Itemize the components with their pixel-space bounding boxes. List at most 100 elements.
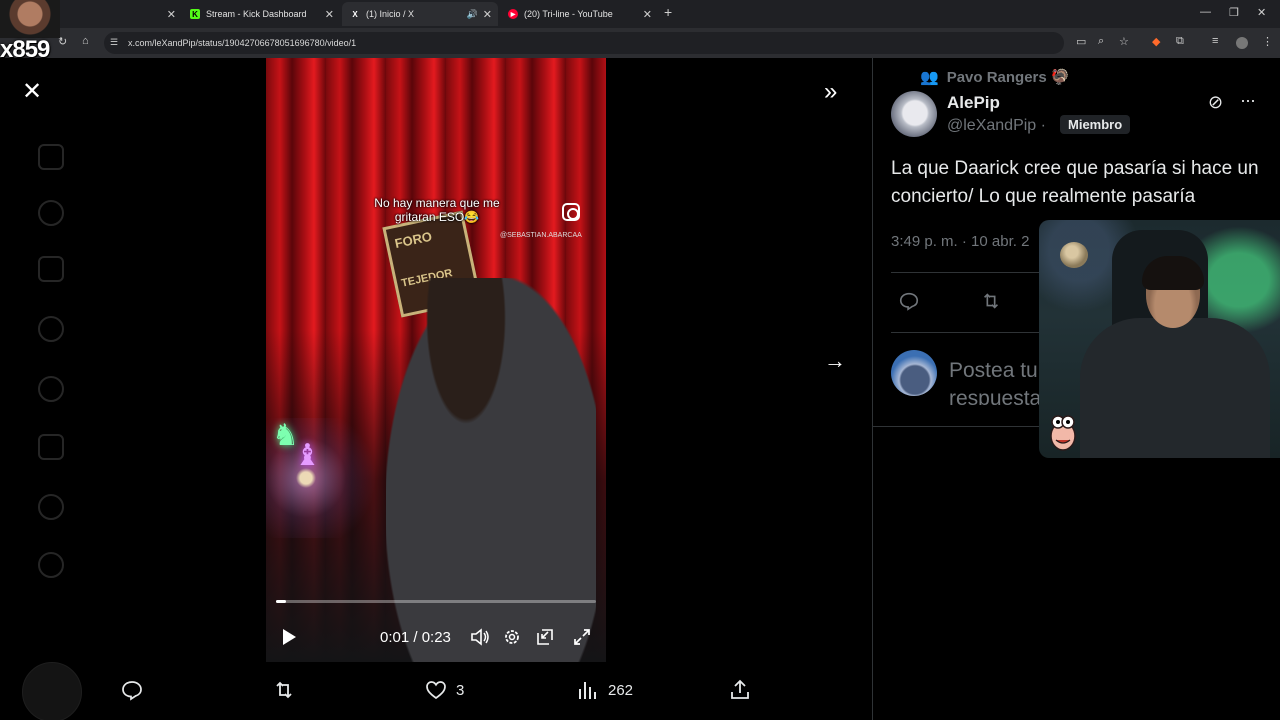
tab-x-inicio[interactable]: X (1) Inicio / X 🔊 ✕: [342, 2, 498, 26]
maximize-icon[interactable]: ❐: [1229, 6, 1239, 19]
tab-close-icon[interactable]: ✕: [167, 8, 176, 21]
more-options-icon[interactable]: ···: [1240, 90, 1256, 111]
double-chevron-right-icon: »: [824, 78, 838, 105]
community-label[interactable]: 👥 Pavo Rangers 🦃: [920, 68, 1069, 87]
repost-icon: [276, 681, 292, 699]
webcam-ball: [1060, 242, 1088, 268]
home-icon[interactable]: ⌂: [82, 35, 89, 47]
play-icon: [283, 629, 296, 645]
next-media-button[interactable]: →: [824, 348, 846, 374]
fullscreen-button[interactable]: [573, 626, 591, 648]
cast-icon[interactable]: ▭: [1076, 35, 1086, 48]
extension-fox-icon[interactable]: ◆: [1152, 35, 1160, 48]
minimize-icon[interactable]: —: [1200, 6, 1211, 18]
reply-icon: [122, 681, 142, 701]
messages-nav-icon: [38, 316, 64, 342]
member-badge: Miembro: [1060, 115, 1131, 134]
home-nav-icon: [38, 144, 64, 170]
arrow-right-icon: →: [824, 348, 846, 373]
video-progress-fill: [276, 600, 286, 603]
views-button[interactable]: 262: [576, 678, 633, 702]
explore-nav-icon: [38, 200, 64, 226]
views-count: 262: [608, 681, 634, 699]
zoom-icon[interactable]: ⌕: [1098, 35, 1104, 48]
webcam-person-body: [1080, 318, 1270, 458]
screen: ✕ K Stream - Kick Dashboard ✕ X (1) Inic…: [0, 0, 1280, 720]
author-name[interactable]: AlePip: [947, 93, 1000, 113]
neon-sign-purple-icon: ♝: [294, 439, 321, 472]
reply-button[interactable]: [120, 678, 144, 702]
volume-button[interactable]: [470, 626, 490, 648]
play-button[interactable]: [280, 626, 298, 648]
speaker-icon[interactable]: 🔊: [467, 9, 478, 20]
video-progress-bar[interactable]: [276, 600, 596, 603]
extensions-icon[interactable]: ⧉: [1176, 35, 1184, 48]
views-chart-icon: [579, 682, 596, 699]
new-tab-icon[interactable]: +: [664, 4, 672, 20]
bookmark-star-icon[interactable]: ☆: [1119, 35, 1129, 48]
close-icon: ✕: [22, 78, 43, 105]
notifications-nav-icon: [38, 256, 64, 282]
browser-menu-icon[interactable]: ⋮: [1262, 35, 1273, 48]
instagram-icon: [562, 203, 580, 221]
compose-nav-button: [22, 662, 82, 720]
profile-nav-icon: [38, 494, 64, 520]
tab-close-icon[interactable]: ✕: [483, 8, 492, 21]
current-user-avatar: [891, 350, 937, 396]
reply-icon: [899, 292, 919, 311]
author-handle[interactable]: @leXandPip ·: [947, 117, 1046, 135]
youtube-favicon-icon: ▶: [508, 9, 518, 19]
more-nav-icon: [38, 552, 64, 578]
browser-tab-strip: ✕ K Stream - Kick Dashboard ✕ X (1) Inic…: [0, 0, 1280, 28]
panel-reply-button[interactable]: [898, 290, 920, 317]
cartoon-sticker-icon: [1050, 415, 1076, 451]
settings-button[interactable]: [503, 626, 521, 648]
video-time: 0:01 / 0:23: [380, 628, 451, 646]
like-button[interactable]: 3: [424, 678, 464, 702]
volume-icon: [471, 628, 489, 646]
url-text: x.com/leXandPip/status/19042706678051696…: [128, 38, 357, 48]
tab-title: (1) Inicio / X: [366, 9, 415, 19]
collapse-panel-button[interactable]: »: [824, 80, 837, 104]
singer: [386, 278, 596, 662]
video-player[interactable]: FORO TEJEDOR ♞ ♝ No hay manera que me gr…: [266, 58, 606, 662]
x-favicon-icon: X: [352, 9, 358, 19]
tweet-text: La que Daarick cree que pasaría si hace …: [891, 158, 1259, 207]
community-icon: 👥: [920, 69, 939, 86]
picture-in-picture-button[interactable]: [536, 626, 554, 648]
tab-close-icon[interactable]: ✕: [643, 8, 652, 21]
media-icon[interactable]: ≡: [1212, 35, 1218, 47]
share-icon: [731, 679, 749, 699]
video-watermark: @SEBASTIAN.ABARCAA: [500, 232, 582, 239]
sign-text-top: FORO: [393, 228, 434, 252]
tweet-timestamp[interactable]: 3:49 p. m. · 10 abr. 2: [891, 233, 1029, 250]
tab-youtube[interactable]: ▶ (20) Tri-line - YouTube ✕: [500, 2, 658, 26]
close-media-button[interactable]: ✕: [22, 80, 42, 104]
tab-title: Stream - Kick Dashboard: [206, 9, 307, 19]
tab-kick-dashboard[interactable]: K Stream - Kick Dashboard ✕: [182, 2, 340, 26]
site-info-icon[interactable]: ☰: [110, 37, 118, 48]
repost-button[interactable]: [272, 678, 296, 702]
pip-icon: [537, 629, 553, 645]
fullscreen-icon: [574, 629, 590, 645]
share-button[interactable]: [728, 678, 752, 702]
panel-repost-button[interactable]: [980, 290, 1002, 317]
gear-icon: [505, 630, 519, 644]
kick-favicon-icon: K: [190, 9, 200, 19]
author-avatar[interactable]: [891, 91, 937, 137]
window-close-icon[interactable]: ✕: [1257, 6, 1266, 19]
reply-input[interactable]: Postea tu respuesta: [949, 357, 1049, 405]
webcam-person-hair: [1142, 256, 1204, 290]
streamer-face-overlay: [0, 0, 60, 38]
tab-close-icon[interactable]: ✕: [325, 8, 334, 21]
x-sidebar-dimmed: [0, 58, 110, 720]
grok-nav-icon: [38, 376, 64, 402]
address-bar[interactable]: x.com/leXandPip/status/19042706678051696…: [104, 32, 1064, 54]
lists-nav-icon: [38, 434, 64, 460]
browser-toolbar: x.com/leXandPip/status/19042706678051696…: [0, 28, 1280, 58]
repost-icon: [983, 293, 999, 309]
profile-avatar[interactable]: [1236, 37, 1248, 49]
grok-icon[interactable]: ⊘: [1208, 92, 1223, 113]
heart-icon: [426, 681, 446, 700]
video-caption: No hay manera que me gritaran ESO😂: [374, 196, 500, 224]
